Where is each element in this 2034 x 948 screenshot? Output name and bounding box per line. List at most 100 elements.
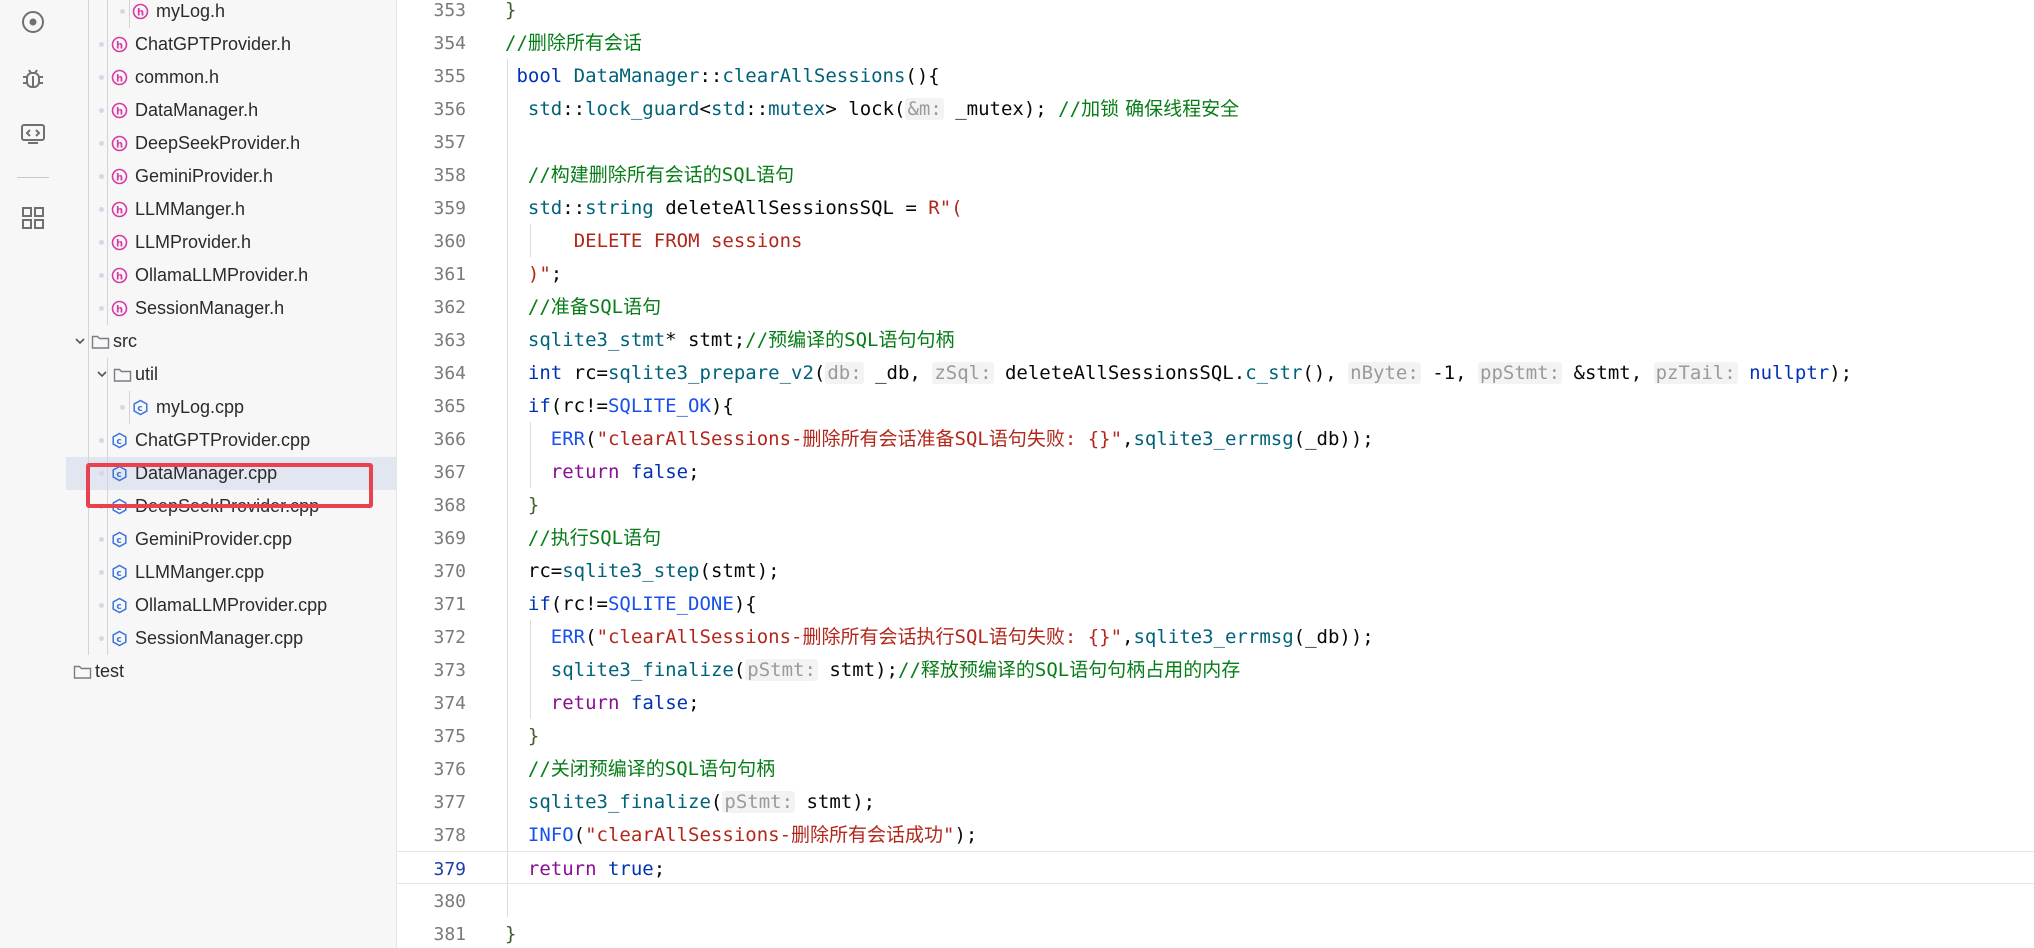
indent-guide bbox=[107, 28, 108, 61]
indent-guide bbox=[88, 622, 89, 655]
line-number: 371 bbox=[433, 594, 466, 615]
code-text: INFO("clearAllSessions-删除所有会话成功"); bbox=[528, 824, 977, 846]
tree-item-label: ChatGPTProvider.h bbox=[135, 34, 292, 54]
code-line[interactable]: 369 //执行SQL语句 bbox=[397, 521, 2034, 554]
header-file-icon: h bbox=[111, 201, 128, 218]
tree-item-label: DataManager.cpp bbox=[135, 463, 278, 483]
chevron-down-icon[interactable] bbox=[95, 367, 109, 381]
monitor-code-icon[interactable] bbox=[19, 120, 47, 148]
tree-file[interactable]: h DeepSeekProvider.h bbox=[66, 127, 396, 160]
code-line[interactable]: 374 return false; bbox=[397, 686, 2034, 719]
tree-file[interactable]: h LLMManger.h bbox=[66, 193, 396, 226]
tree-file[interactable]: h DataManager.h bbox=[66, 94, 396, 127]
tree-file[interactable]: c DeepSeekProvider.cpp bbox=[66, 490, 396, 523]
code-line[interactable]: 355 bool DataManager::clearAllSessions(){ bbox=[397, 59, 2034, 92]
cpp-file-icon: c bbox=[111, 498, 128, 515]
indent-guide bbox=[507, 422, 508, 455]
code-line[interactable]: 359 std::string deleteAllSessionsSQL = R"… bbox=[397, 191, 2034, 224]
code-editor[interactable]: 353} 354//删除所有会话 355 bool DataManager::clea… bbox=[397, 0, 2034, 948]
code-text: //构建删除所有会话的SQL语句 bbox=[528, 164, 794, 186]
code-token: SQLITE_DONE bbox=[607, 593, 734, 615]
indent-guide bbox=[530, 422, 531, 455]
header-file-icon: h bbox=[111, 36, 128, 53]
tree-file[interactable]: c GeminiProvider.cpp bbox=[66, 523, 396, 556]
code-token: ; bbox=[653, 858, 666, 880]
tree-file[interactable]: c myLog.cpp bbox=[66, 391, 396, 424]
code-line[interactable]: 358 //构建删除所有会话的SQL语句 bbox=[397, 158, 2034, 191]
tree-file[interactable]: c ChatGPTProvider.cpp bbox=[66, 424, 396, 457]
code-line[interactable]: 372 ERR("clearAllSessions-删除所有会话执行SQL语句失败… bbox=[397, 620, 2034, 653]
tree-file[interactable]: h ChatGPTProvider.h bbox=[66, 28, 396, 61]
code-line[interactable]: 356 std::lock_guard<std::mutex> lock(&m: … bbox=[397, 92, 2034, 125]
line-number: 361 bbox=[433, 264, 466, 285]
tree-file[interactable]: c DataManager.cpp bbox=[66, 457, 396, 490]
line-number: 366 bbox=[433, 429, 466, 450]
svg-text:h: h bbox=[116, 304, 123, 315]
code-line[interactable]: 366 ERR("clearAllSessions-删除所有会话准备SQL语句失败… bbox=[397, 422, 2034, 455]
tree-file[interactable]: c OllamaLLMProvider.cpp bbox=[66, 589, 396, 622]
code-line[interactable]: 365 if(rc!=SQLITE_OK){ bbox=[397, 389, 2034, 422]
line-number: 369 bbox=[433, 528, 466, 549]
chevron-down-icon[interactable] bbox=[73, 334, 87, 348]
indent-guide bbox=[507, 356, 508, 389]
code-line[interactable]: 360 DELETE FROM sessions bbox=[397, 224, 2034, 257]
code-line[interactable]: 380 bbox=[397, 884, 2034, 917]
code-token: < bbox=[699, 98, 711, 120]
tree-folder[interactable]: test bbox=[66, 655, 396, 688]
code-line[interactable]: 377 sqlite3_finalize(pStmt: stmt); bbox=[397, 785, 2034, 818]
code-line[interactable]: 379 return true; bbox=[397, 851, 2034, 885]
indent-guide bbox=[507, 653, 508, 686]
code-line[interactable]: 381} bbox=[397, 917, 2034, 948]
code-line[interactable]: 354 //删除所有会话 bbox=[397, 26, 2034, 59]
code-token: false bbox=[630, 461, 689, 483]
code-line[interactable]: 362 //准备SQL语句 bbox=[397, 290, 2034, 323]
tree-file[interactable]: h OllamaLLMProvider.h bbox=[66, 259, 396, 292]
code-line[interactable]: 364 int rc=sqlite3_prepare_v2(db: _db, zS… bbox=[397, 356, 2034, 389]
tree-item-label: common.h bbox=[135, 67, 220, 87]
code-line[interactable]: 375} bbox=[397, 719, 2034, 752]
code-line[interactable]: 361)"; bbox=[397, 257, 2034, 290]
code-line[interactable]: 368} bbox=[397, 488, 2034, 521]
tree-file[interactable]: h GeminiProvider.h bbox=[66, 160, 396, 193]
indent-guide bbox=[88, 325, 89, 358]
svg-text:h: h bbox=[137, 7, 144, 18]
code-line[interactable]: 353} bbox=[397, 0, 2034, 26]
grid-icon[interactable] bbox=[19, 204, 47, 232]
folder-icon bbox=[113, 366, 132, 383]
line-number: 374 bbox=[433, 693, 466, 714]
indent-guide bbox=[507, 884, 508, 917]
indent-guide bbox=[507, 125, 508, 158]
code-line[interactable]: 363 sqlite3_stmt* stmt;//预编译的SQL语句句柄 bbox=[397, 323, 2034, 356]
code-line[interactable]: 370 rc=sqlite3_step(stmt); bbox=[397, 554, 2034, 587]
tree-file[interactable]: h common.h bbox=[66, 61, 396, 94]
code-line[interactable]: 357 bbox=[397, 125, 2034, 158]
tree-file[interactable]: c SessionManager.cpp bbox=[66, 622, 396, 655]
tree-folder[interactable]: util bbox=[66, 358, 396, 391]
code-line[interactable]: 376 //关闭预编译的SQL语句句柄 bbox=[397, 752, 2034, 785]
code-line[interactable]: 371 if(rc!=SQLITE_DONE){ bbox=[397, 587, 2034, 620]
code-text: bool DataManager::clearAllSessions(){ bbox=[516, 65, 939, 87]
code-token: sqlite3_finalize bbox=[550, 659, 734, 681]
tree-file[interactable]: h myLog.h bbox=[66, 0, 396, 28]
bug-icon[interactable] bbox=[19, 64, 47, 92]
code-token: } bbox=[505, 0, 517, 21]
chevron-right-icon[interactable] bbox=[66, 664, 69, 678]
code-line[interactable]: 378 INFO("clearAllSessions-删除所有会话成功"); bbox=[397, 818, 2034, 851]
tree-file[interactable]: h SessionManager.h bbox=[66, 292, 396, 325]
tree-folder[interactable]: src bbox=[66, 325, 396, 358]
indent-guide bbox=[88, 391, 89, 424]
tree-dot bbox=[99, 471, 104, 476]
code-text: return true; bbox=[528, 858, 665, 880]
header-file-icon: h bbox=[111, 135, 128, 152]
code-line[interactable]: 367 return false; bbox=[397, 455, 2034, 488]
tree-item-label: LLMProvider.h bbox=[135, 232, 252, 252]
code-token: DataManager bbox=[573, 65, 700, 87]
code-token: stmt); bbox=[817, 659, 898, 681]
code-token: 删除所有会话准备 bbox=[802, 428, 955, 450]
tree-file[interactable]: c LLMManger.cpp bbox=[66, 556, 396, 589]
code-line[interactable]: 373 sqlite3_finalize(pStmt: stmt);//释放预编译… bbox=[397, 653, 2034, 686]
code-token: ( bbox=[813, 362, 826, 384]
eye-icon[interactable] bbox=[19, 8, 47, 36]
tree-file[interactable]: h LLMProvider.h bbox=[66, 226, 396, 259]
